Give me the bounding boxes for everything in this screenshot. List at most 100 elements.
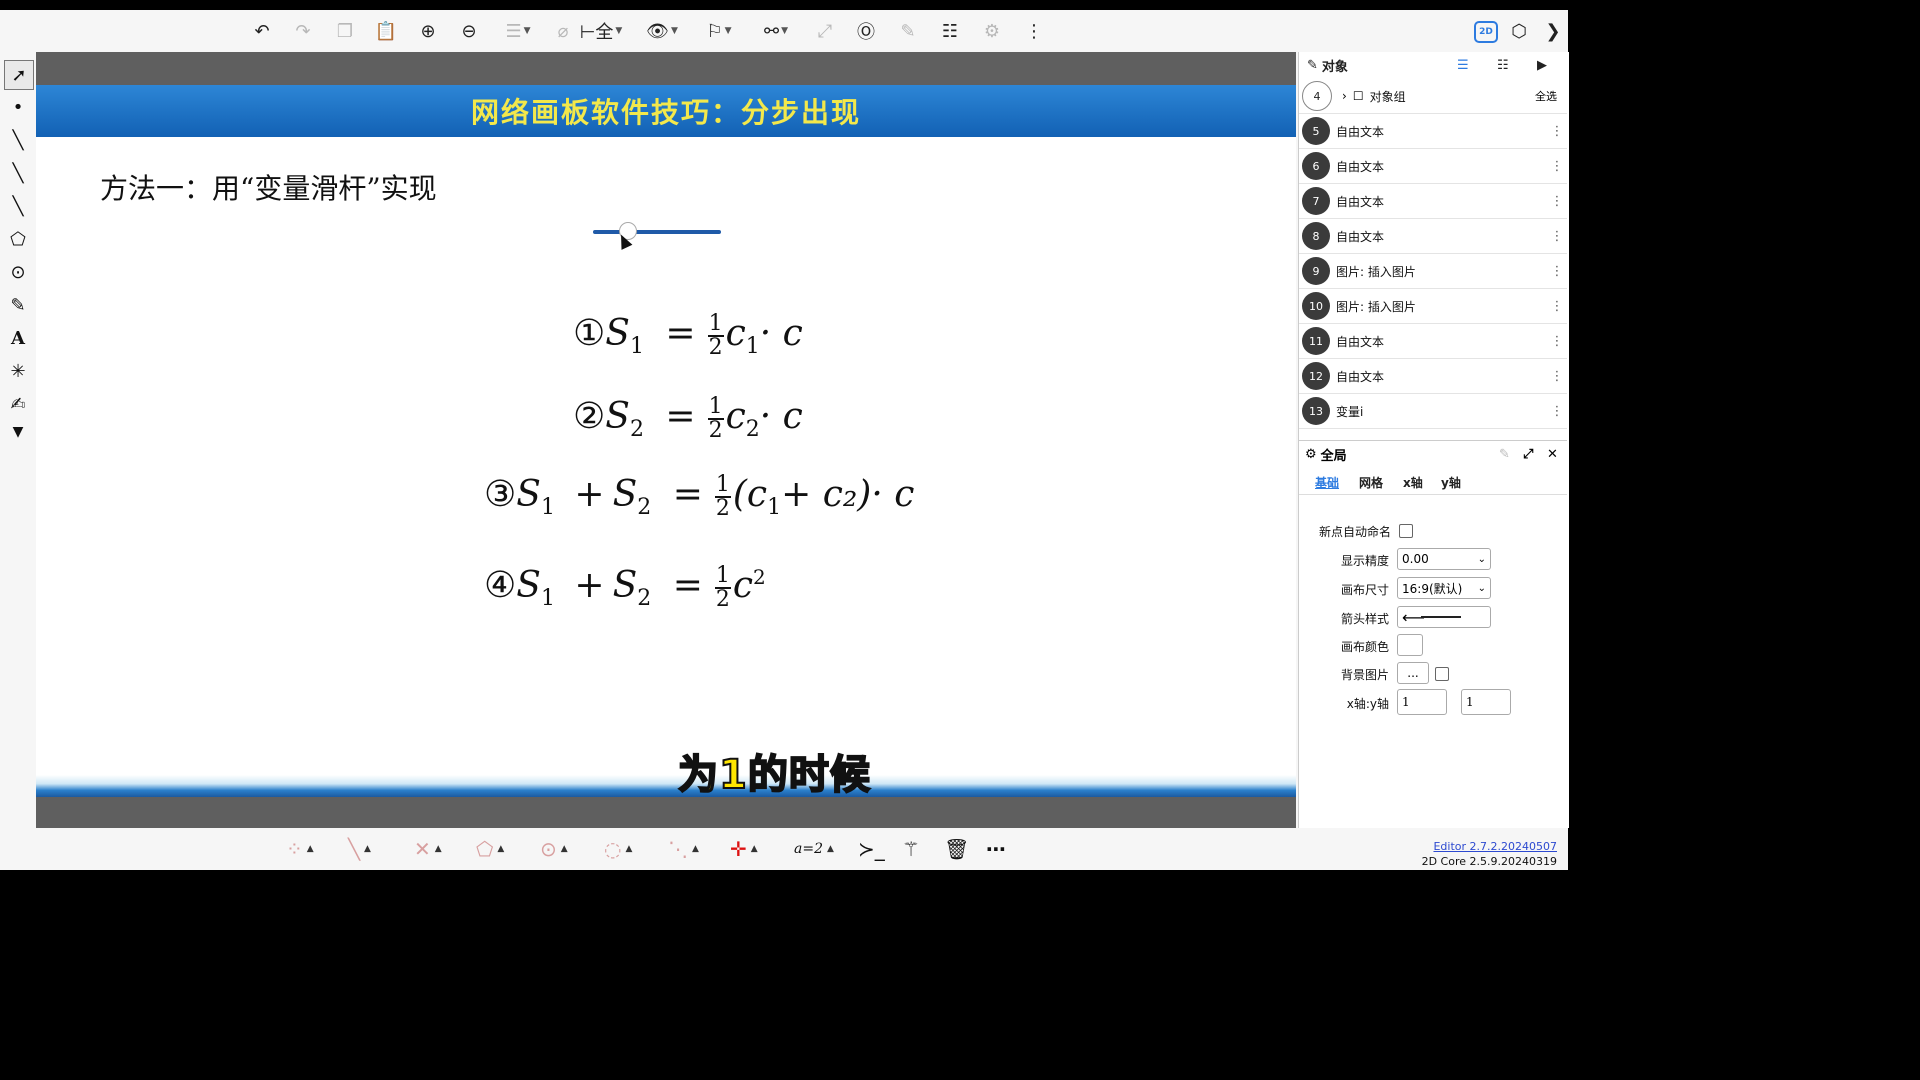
polygon-icon[interactable]: ⬠ xyxy=(4,225,32,253)
tab-basic[interactable]: 基础 xyxy=(1315,474,1339,491)
visibility-icon[interactable]: 👁 ▼ xyxy=(642,19,682,43)
canvas-size-select[interactable]: 16:9(默认) ⌄ xyxy=(1397,577,1491,599)
text-tool-icon[interactable]: A xyxy=(4,324,32,352)
edit-box-icon[interactable]: ✍ xyxy=(4,390,32,418)
canvas-color-swatch[interactable] xyxy=(1397,634,1423,656)
resize-icon[interactable]: ⤢ xyxy=(812,19,838,43)
edit-icon[interactable]: ✎ xyxy=(1499,447,1510,462)
object-row[interactable]: 5 自由文本 ⋮ xyxy=(1299,114,1567,149)
flag-icon[interactable]: ⚐ ▼ xyxy=(700,19,738,43)
variable-slider-track[interactable] xyxy=(593,230,721,234)
transform-tool-icon[interactable]: ⋱ ▲ xyxy=(668,836,699,862)
more-vertical-icon[interactable]: ⋮ xyxy=(1547,124,1567,139)
circle-icon[interactable]: ⊙ xyxy=(4,258,32,286)
3d-cube-icon[interactable]: ⬡ xyxy=(1506,19,1532,43)
connect-icon[interactable]: ⚯ ▼ xyxy=(756,19,796,43)
tab-y-axis[interactable]: y轴 xyxy=(1441,474,1461,491)
segment-icon[interactable]: ╲ xyxy=(4,126,32,154)
chevron-down-icon: ⌄ xyxy=(1477,582,1486,594)
object-row[interactable]: 7 自由文本 ⋮ xyxy=(1299,184,1567,219)
select-arrow-icon[interactable]: ➚ xyxy=(4,60,34,90)
global-tabs: 基础 网格 x轴 y轴 xyxy=(1299,470,1567,495)
paste-icon[interactable]: 📋 xyxy=(373,19,399,43)
object-row[interactable]: 12 自由文本 ⋮ xyxy=(1299,359,1567,394)
trash-icon[interactable]: 🗑 xyxy=(944,836,969,862)
objects-icon: ✎ xyxy=(1307,57,1318,73)
precision-select[interactable]: 0.00 ⌄ xyxy=(1397,548,1491,570)
point-icon[interactable]: • xyxy=(4,93,32,121)
more-vertical-icon[interactable]: ⋮ xyxy=(1547,334,1567,349)
transform-icon[interactable]: ⊢全 ▼ xyxy=(575,19,627,43)
segment-tool-icon[interactable]: ╲ ▲ xyxy=(348,836,371,862)
object-group-row[interactable]: 4 › ☐ 对象组 全选 xyxy=(1299,79,1567,114)
close-icon[interactable]: ✕ xyxy=(1547,447,1558,462)
popout-icon[interactable]: ⤢ xyxy=(1523,447,1533,462)
chevron-right-icon[interactable]: › xyxy=(1342,89,1347,103)
line-icon[interactable]: ╲ xyxy=(4,159,32,187)
object-number: 4 xyxy=(1302,81,1332,111)
left-toolbar: ➚ • ╲ ╲ ╲ ⬠ ⊙ ✎ A ✳ ✍ ▼ xyxy=(0,52,36,832)
bg-image-checkbox[interactable] xyxy=(1435,667,1449,681)
point-tool-icon[interactable]: ⁘ ▲ xyxy=(286,836,314,862)
list-view-icon[interactable]: ☰ xyxy=(1457,58,1469,73)
auto-name-checkbox[interactable] xyxy=(1399,524,1413,538)
settings-list-icon[interactable]: ☷ xyxy=(937,19,963,43)
undo-icon[interactable]: ↶ xyxy=(249,19,275,43)
object-number: 8 xyxy=(1302,222,1330,250)
circle-tool-icon[interactable]: ⊙ ▲ xyxy=(540,836,568,862)
attach-icon[interactable]: ⌀ xyxy=(550,19,576,43)
more-vertical-icon[interactable]: ⋮ xyxy=(1547,229,1567,244)
arrow-style-select[interactable]: ⟵ xyxy=(1397,606,1491,628)
object-label: 自由文本 xyxy=(1336,194,1385,209)
more-vertical-icon[interactable]: ⋮ xyxy=(1547,194,1567,209)
play-icon[interactable]: ▶ xyxy=(1537,58,1547,73)
more-vertical-icon[interactable]: ⋮ xyxy=(1547,299,1567,314)
ray-icon[interactable]: ╲ xyxy=(4,192,32,220)
more-horizontal-icon[interactable]: ⋯ xyxy=(986,836,1006,862)
more-vertical-icon[interactable]: ⋮ xyxy=(1547,404,1567,419)
chevron-right-icon[interactable]: ❯ xyxy=(1540,19,1566,43)
tab-grid[interactable]: 网格 xyxy=(1359,474,1383,491)
magic-wand-icon[interactable]: ✳ xyxy=(4,357,32,385)
align-icon[interactable]: ☰ ▼ xyxy=(500,19,536,43)
axis-ratio-y-input[interactable]: 1 xyxy=(1461,689,1511,715)
tab-x-axis[interactable]: x轴 xyxy=(1403,474,1423,491)
edit-icon[interactable]: ✎ xyxy=(895,19,921,43)
select-all-button[interactable]: 全选 xyxy=(1535,88,1557,104)
more-vertical-icon[interactable]: ⋮ xyxy=(1547,264,1567,279)
zoom-out-icon[interactable]: ⊖ xyxy=(456,19,482,43)
zoom-in-icon[interactable]: ⊕ xyxy=(415,19,441,43)
expand-down-icon[interactable]: ▼ xyxy=(4,418,32,446)
chevron-down-icon: ⌄ xyxy=(1477,553,1486,565)
gear-icon[interactable]: ⚙ xyxy=(979,19,1005,43)
reference-icon[interactable]: Ⓞ xyxy=(853,19,879,43)
bg-image-button[interactable]: ... xyxy=(1397,662,1429,684)
object-row[interactable]: 9 图片: 插入图片 ⋮ xyxy=(1299,254,1567,289)
editor-version-link[interactable]: Editor 2.7.2.20240507 xyxy=(1433,840,1557,853)
polygon-tool-icon[interactable]: ⬠ ▲ xyxy=(476,836,504,862)
axis-tool-icon[interactable]: ✛ ▲ xyxy=(730,836,758,862)
tree-view-icon[interactable]: ☷ xyxy=(1497,58,1509,73)
redo-icon[interactable]: ↷ xyxy=(290,19,316,43)
object-row[interactable]: 13 变量i ⋮ xyxy=(1299,394,1567,429)
pen-icon[interactable]: ✎ xyxy=(4,291,32,319)
more-vertical-icon[interactable]: ⋮ xyxy=(1547,369,1567,384)
object-row[interactable]: 6 自由文本 ⋮ xyxy=(1299,149,1567,184)
canvas-area[interactable]: 网络画板软件技巧：分步出现 方法一：用“变量滑杆”实现 ①S1 = 1 2 c1· c… xyxy=(36,52,1296,828)
command-tool-icon[interactable]: ≻_ xyxy=(858,836,885,862)
object-label: 图片: 插入图片 xyxy=(1336,264,1416,279)
app-window: ↶ ↷ ❐ 📋 ⊕ ⊖ ☰ ▼ ⌀ ⊢全 ▼ 👁 ▼ ⚐ ▼ ⚯ ▼ ⤢ Ⓞ ✎ ☷ ⚙ … xyxy=(0,10,1569,870)
variable-tool-icon[interactable]: a=2 ▲ xyxy=(794,836,834,862)
conic-tool-icon[interactable]: ◌ ▲ xyxy=(604,836,632,862)
axis-ratio-x-input[interactable]: 1 xyxy=(1397,689,1447,715)
mode-2d-button[interactable]: 2D xyxy=(1474,21,1498,43)
magic-wand-tool-icon[interactable]: ⚚ xyxy=(902,836,920,862)
more-vertical-icon[interactable]: ⋮ xyxy=(1021,19,1047,43)
object-row[interactable]: 11 自由文本 ⋮ xyxy=(1299,324,1567,359)
object-row[interactable]: 8 自由文本 ⋮ xyxy=(1299,219,1567,254)
copy-icon[interactable]: ❐ xyxy=(332,19,358,43)
more-vertical-icon[interactable]: ⋮ xyxy=(1547,159,1567,174)
object-row[interactable]: 10 图片: 插入图片 ⋮ xyxy=(1299,289,1567,324)
intersect-tool-icon[interactable]: ✕ ▲ xyxy=(414,836,442,862)
prop-axis-ratio: x轴:y轴 1 1 xyxy=(1299,689,1567,716)
